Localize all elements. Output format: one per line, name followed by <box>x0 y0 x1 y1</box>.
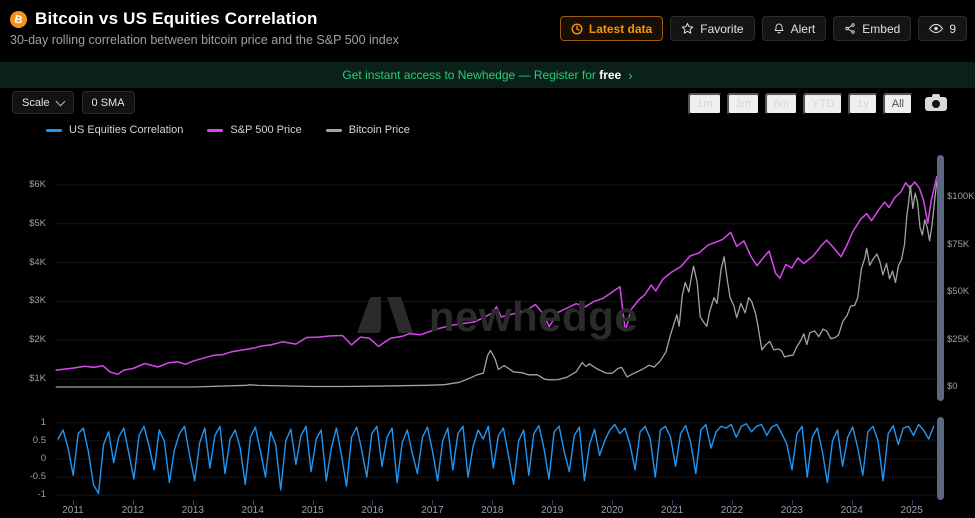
bell-icon <box>773 22 785 35</box>
x-axis-year-label: 2012 <box>115 505 151 516</box>
page-title: Bitcoin vs US Equities Correlation <box>35 9 318 29</box>
range-3m[interactable]: 3m <box>727 93 760 115</box>
embed-button[interactable]: Embed <box>833 16 911 41</box>
screenshot-button[interactable] <box>925 94 947 114</box>
register-banner[interactable]: Get instant access to Newhedge — Registe… <box>0 62 975 88</box>
chart-toolbar: Scale 0 SMA <box>12 91 135 114</box>
alert-label: Alert <box>791 22 816 36</box>
chart-legend: US Equities Correlation S&P 500 Price Bi… <box>46 124 410 136</box>
x-axis-year-label: 2016 <box>354 505 390 516</box>
legend-item-bitcoin[interactable]: Bitcoin Price <box>326 124 410 136</box>
x-axis-year-label: 2015 <box>295 505 331 516</box>
x-axis-year-label: 2014 <box>235 505 271 516</box>
x-axis-year-label: 2023 <box>774 505 810 516</box>
x-axis-year-label: 2019 <box>534 505 570 516</box>
bitcoin-series-swatch <box>326 129 342 132</box>
legend-label: US Equities Correlation <box>69 124 183 136</box>
correlation-chart-scrollbar[interactable] <box>937 417 944 500</box>
chevron-right-icon: › <box>628 68 632 83</box>
correlation-axis-label: 0 <box>0 454 46 464</box>
x-axis-year-label: 2017 <box>414 505 450 516</box>
embed-label: Embed <box>862 22 900 36</box>
scale-label: Scale <box>22 97 50 109</box>
x-axis-year-label: 2011 <box>55 505 91 516</box>
x-axis-year-label: 2022 <box>714 505 750 516</box>
views-count: 9 <box>949 22 956 36</box>
latest-data-button[interactable]: Latest data <box>560 16 663 41</box>
page-header: B Bitcoin vs US Equities Correlation 30-… <box>0 0 975 60</box>
eye-icon <box>929 23 943 34</box>
sp500-series-line <box>56 177 937 375</box>
range-1y[interactable]: 1y <box>848 93 878 115</box>
correlation-axis-label: 1 <box>0 418 46 428</box>
y-axis-label-left: $2K <box>0 335 46 345</box>
page-subtitle: 30-day rolling correlation between bitco… <box>10 33 399 47</box>
correlation-series-swatch <box>46 129 62 132</box>
y-axis-label-left: $3K <box>0 296 46 306</box>
correlation-axis-label: 0.5 <box>0 436 46 446</box>
latest-data-label: Latest data <box>589 22 652 36</box>
bitcoin-icon: B <box>8 9 28 29</box>
legend-label: Bitcoin Price <box>349 124 410 136</box>
y-axis-label-right: $25K <box>947 335 975 345</box>
share-icon <box>844 22 856 35</box>
chart-region: Scale 0 SMA 1m 3m 6m YTD 1y All US Equit… <box>0 88 975 518</box>
timeframe-selector: 1m 3m 6m YTD 1y All <box>688 93 947 115</box>
y-axis-label-left: $6K <box>0 180 46 190</box>
x-axis-year-label: 2021 <box>654 505 690 516</box>
legend-label: S&P 500 Price <box>230 124 301 136</box>
y-axis-label-right: $75K <box>947 240 975 250</box>
main-chart-scrollbar[interactable] <box>937 155 944 401</box>
correlation-chart-canvas <box>55 414 938 500</box>
star-icon <box>681 22 694 35</box>
legend-item-sp500[interactable]: S&P 500 Price <box>207 124 301 136</box>
y-axis-label-left: $1K <box>0 374 46 384</box>
header-actions: Latest data Favorite Alert Embed 9 <box>560 16 967 41</box>
scale-dropdown[interactable]: Scale <box>12 91 74 114</box>
x-axis-year-label: 2024 <box>834 505 870 516</box>
y-axis-label-right: $50K <box>947 287 975 297</box>
y-axis-label-left: $4K <box>0 258 46 268</box>
correlation-axis-label: -0.5 <box>0 472 46 482</box>
main-price-chart[interactable] <box>55 155 938 402</box>
x-axis-year-label: 2025 <box>894 505 930 516</box>
bitcoin-series-line <box>56 182 937 387</box>
banner-text: Get instant access to Newhedge — Registe… <box>342 68 595 82</box>
banner-highlight: free <box>599 68 621 82</box>
sma-button[interactable]: 0 SMA <box>82 91 135 114</box>
range-6m[interactable]: 6m <box>765 93 798 115</box>
x-axis-year-label: 2020 <box>594 505 630 516</box>
correlation-axis-label: -1 <box>0 490 46 500</box>
x-axis-year-label: 2013 <box>175 505 211 516</box>
legend-item-correlation[interactable]: US Equities Correlation <box>46 124 183 136</box>
range-1m[interactable]: 1m <box>688 93 721 115</box>
x-axis-year-label: 2018 <box>474 505 510 516</box>
alert-button[interactable]: Alert <box>762 16 827 41</box>
range-ytd[interactable]: YTD <box>803 93 843 115</box>
y-axis-label-right: $100K <box>947 192 975 202</box>
favorite-button[interactable]: Favorite <box>670 16 754 41</box>
range-all[interactable]: All <box>883 93 913 115</box>
views-button[interactable]: 9 <box>918 16 967 41</box>
y-axis-label-left: $5K <box>0 219 46 229</box>
favorite-label: Favorite <box>700 22 743 36</box>
sp500-series-swatch <box>207 129 223 132</box>
clock-icon <box>571 23 583 35</box>
y-axis-label-right: $0 <box>947 382 975 392</box>
chevron-down-icon <box>55 96 65 106</box>
camera-icon <box>925 99 947 114</box>
correlation-chart[interactable] <box>55 414 938 500</box>
main-chart-canvas <box>55 155 938 402</box>
sma-label: 0 SMA <box>92 97 125 109</box>
